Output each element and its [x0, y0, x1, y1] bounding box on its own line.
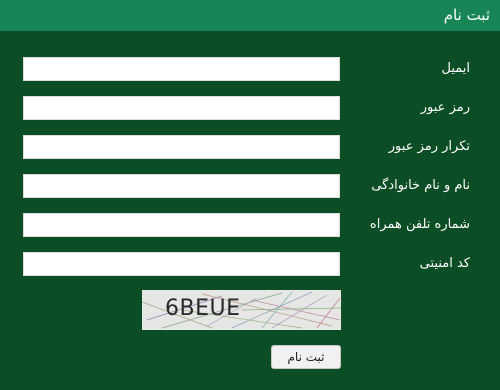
confirm-password-row: تکرار رمز عبور — [0, 135, 500, 161]
captcha-image: 6BEUE — [142, 290, 341, 330]
email-row: ایمیل — [0, 57, 500, 83]
security-code-label: کد امنیتی — [419, 256, 470, 271]
register-button[interactable]: ثبت نام — [271, 345, 341, 369]
page-header: ثبت نام — [0, 0, 500, 31]
mobile-field[interactable] — [23, 213, 340, 237]
captcha-text: 6BEUE — [165, 296, 241, 321]
mobile-label: شماره تلفن همراه — [369, 217, 470, 232]
confirm-password-field[interactable] — [23, 135, 340, 159]
full-name-row: نام و نام خانوادگی — [0, 174, 500, 200]
email-label: ایمیل — [441, 61, 470, 76]
mobile-row: شماره تلفن همراه — [0, 213, 500, 239]
password-label: رمز عبور — [420, 100, 470, 115]
security-code-row: کد امنیتی — [0, 252, 500, 278]
page-title: ثبت نام — [443, 6, 490, 24]
security-code-field[interactable] — [23, 252, 340, 276]
full-name-label: نام و نام خانوادگی — [371, 178, 470, 193]
full-name-field[interactable] — [23, 174, 340, 198]
password-field[interactable] — [23, 96, 340, 120]
confirm-password-label: تکرار رمز عبور — [388, 139, 470, 154]
password-row: رمز عبور — [0, 96, 500, 122]
email-field[interactable] — [23, 57, 340, 81]
